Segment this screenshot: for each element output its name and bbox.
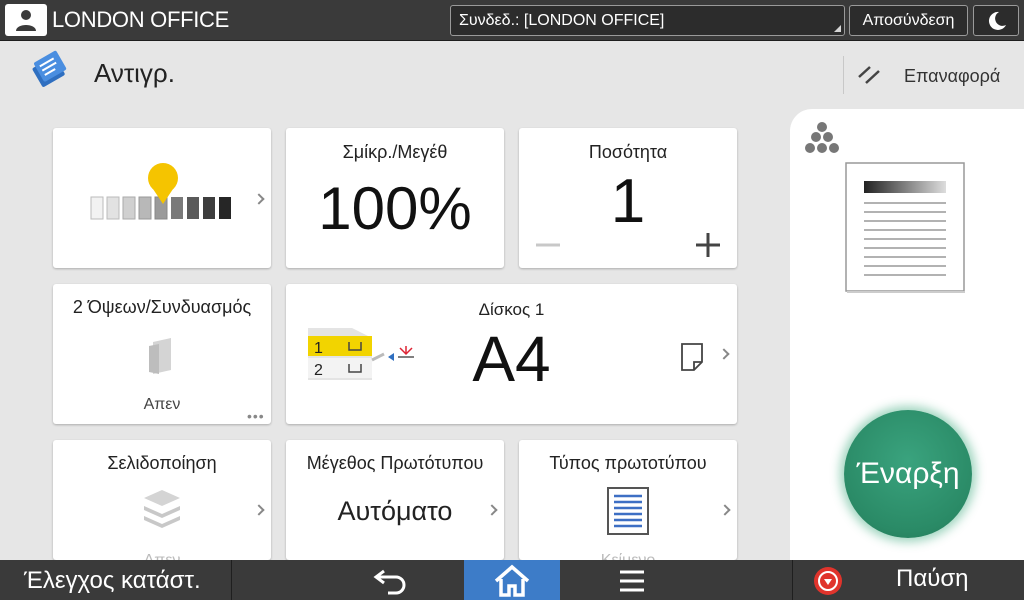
energy-saver-button[interactable] bbox=[973, 5, 1019, 36]
reset-label: Επαναφορά bbox=[904, 66, 1001, 86]
quantity-plus-button[interactable] bbox=[693, 230, 723, 260]
divider bbox=[792, 560, 793, 600]
duplex-title: 2 Όψεων/Συνδυασμός bbox=[72, 297, 252, 317]
dropdown-corner-icon bbox=[834, 25, 841, 32]
pagination-tile[interactable]: Σελιδοποίηση Απεν bbox=[53, 440, 271, 560]
density-step bbox=[122, 196, 136, 220]
density-step bbox=[219, 197, 231, 219]
original-type-title: Τύπος πρωτοτύπου bbox=[549, 453, 707, 473]
pagination-icon bbox=[144, 490, 180, 528]
connection-select[interactable]: Συνδεδ.: [LONDON OFFICE] bbox=[450, 5, 845, 36]
user-account-button[interactable] bbox=[5, 4, 47, 36]
page-preview bbox=[845, 162, 965, 293]
divider bbox=[843, 56, 844, 94]
logout-button[interactable]: Αποσύνδεση bbox=[849, 5, 968, 36]
home-icon bbox=[494, 564, 530, 597]
menu-icon bbox=[620, 570, 644, 592]
reduce-enlarge-tile[interactable]: Σμίκρ./Μεγέθ 100% bbox=[286, 128, 504, 268]
quantity-tile: Ποσότητα 1 bbox=[519, 128, 737, 268]
divider bbox=[231, 560, 232, 600]
chevron-right-icon bbox=[253, 504, 265, 516]
reset-button[interactable]: Επαναφορά bbox=[850, 52, 1020, 98]
density-step bbox=[138, 196, 152, 220]
original-size-tile[interactable]: Μέγεθος Πρωτότυπου Αυτόματο bbox=[286, 440, 504, 560]
density-step bbox=[203, 197, 215, 219]
pagination-title: Σελιδοποίηση bbox=[107, 453, 217, 473]
connection-value: Συνδεδ.: [LONDON OFFICE] bbox=[459, 12, 665, 29]
duplex-tile[interactable]: 2 Όψεων/Συνδυασμός Απεν ••• bbox=[53, 284, 271, 424]
density-step bbox=[90, 196, 104, 220]
quantity-minus-button[interactable] bbox=[533, 232, 563, 258]
density-step bbox=[106, 196, 120, 220]
minus-icon bbox=[536, 243, 560, 247]
paper-tray-title: Δίσκος 1 bbox=[478, 300, 545, 319]
paper-orientation-icon bbox=[681, 343, 703, 371]
density-scale bbox=[90, 163, 231, 220]
original-size-title: Μέγεθος Πρωτότυπου bbox=[306, 453, 484, 473]
paper-tray-tile[interactable]: Δίσκος 1 1 2 A4 bbox=[286, 284, 737, 424]
top-bar: LONDON OFFICE Συνδεδ.: [LONDON OFFICE] Α… bbox=[0, 0, 1024, 41]
original-size-value: Αυτόματο bbox=[337, 496, 453, 526]
density-step bbox=[187, 197, 199, 219]
start-button[interactable]: Έναρξη bbox=[844, 410, 972, 538]
text-document-icon bbox=[607, 487, 649, 535]
page-title: Αντιγρ. bbox=[94, 58, 175, 88]
duplex-icon bbox=[149, 338, 171, 374]
reduce-enlarge-value: 100% bbox=[318, 175, 472, 242]
paper-size-value: A4 bbox=[472, 323, 551, 395]
quantity-value: 1 bbox=[610, 167, 646, 236]
office-name: LONDON OFFICE bbox=[52, 7, 229, 32]
back-arrow-icon bbox=[373, 569, 406, 595]
reduce-enlarge-title: Σμίκρ./Μεγέθ bbox=[342, 142, 448, 162]
check-status-button[interactable]: Έλεγχος κατάστ. bbox=[0, 560, 231, 600]
toner-icon bbox=[805, 122, 839, 153]
menu-button[interactable] bbox=[600, 560, 664, 600]
chevron-right-icon bbox=[253, 193, 265, 205]
home-button[interactable] bbox=[464, 560, 560, 600]
reset-icon bbox=[858, 66, 880, 84]
pause-button[interactable]: Παύση bbox=[896, 565, 969, 593]
copy-app-icon bbox=[32, 50, 67, 87]
back-button[interactable] bbox=[360, 560, 424, 600]
quantity-title: Ποσότητα bbox=[588, 142, 668, 162]
more-options-icon: ••• bbox=[247, 408, 265, 424]
density-tile[interactable] bbox=[53, 128, 271, 268]
moon-icon bbox=[988, 11, 1006, 30]
original-type-value: Κείμενο bbox=[519, 552, 737, 560]
original-type-tile[interactable]: Τύπος πρωτοτύπου Κείμενο bbox=[519, 440, 737, 560]
density-step bbox=[171, 197, 183, 219]
chevron-right-icon bbox=[719, 504, 731, 516]
pagination-value: Απεν bbox=[53, 552, 271, 560]
stop-icon[interactable] bbox=[813, 566, 843, 596]
duplex-value: Απεν bbox=[143, 396, 181, 413]
plus-icon bbox=[696, 233, 720, 257]
bottom-bar: Έλεγχος κατάστ. bbox=[0, 560, 1024, 600]
user-icon bbox=[16, 10, 36, 31]
